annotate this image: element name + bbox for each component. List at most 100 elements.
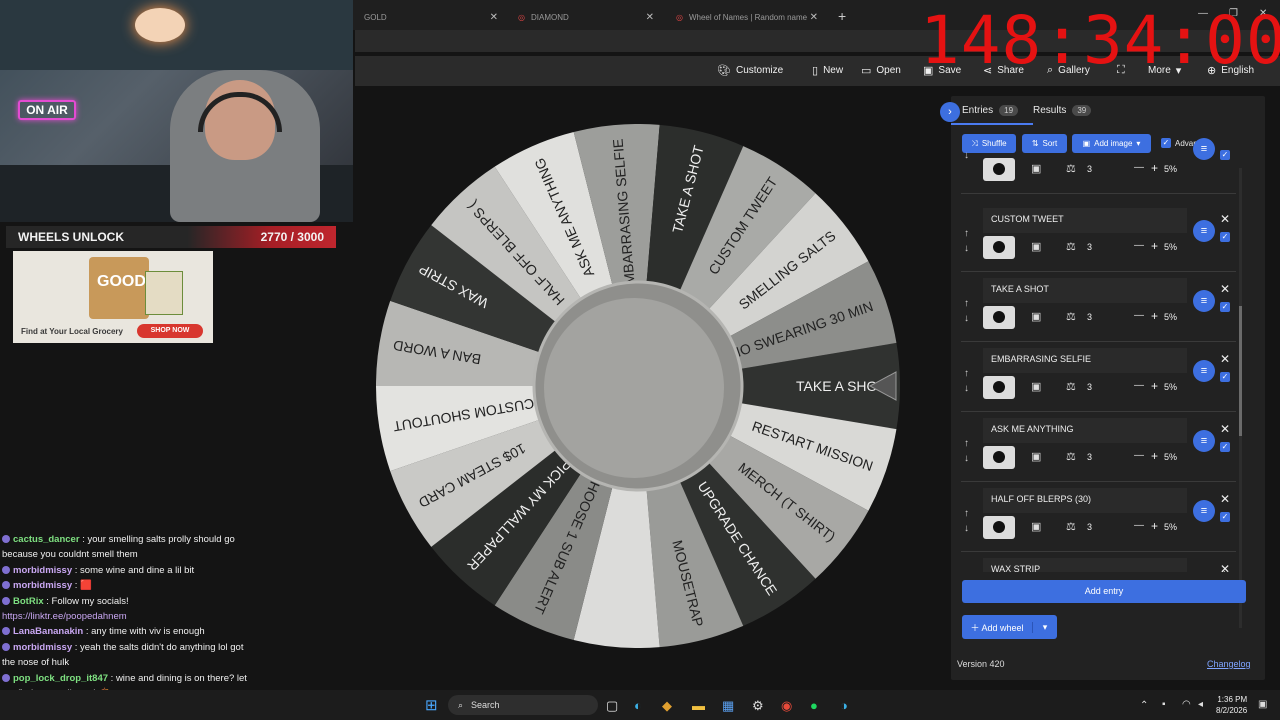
decrease-weight-button[interactable]: — (1134, 450, 1144, 461)
entry-enabled-checkbox[interactable]: ✓ (1220, 442, 1230, 452)
changelog-link[interactable]: Changelog (1207, 659, 1251, 669)
chat-username[interactable]: BotRix (13, 596, 44, 607)
edge-icon[interactable]: ◐ (634, 698, 642, 713)
chat-username[interactable]: morbidmissy (13, 565, 72, 576)
increase-weight-button[interactable]: + (1151, 309, 1158, 323)
add-wheel-main[interactable]: ＋ Add wheel (962, 621, 1032, 634)
image-icon[interactable]: ▣ (1031, 450, 1041, 463)
taskbar-clock[interactable]: 1:36 PM 8/2/2026 (1216, 694, 1247, 716)
close-tab-icon[interactable]: ✕ (490, 12, 498, 23)
close-tab-icon[interactable]: ✕ (810, 12, 818, 23)
decrease-weight-button[interactable]: — (1134, 162, 1144, 173)
copilot-icon[interactable]: ◆ (662, 698, 672, 714)
chat-username[interactable]: pop_lock_drop_it847 (13, 673, 108, 684)
increase-weight-button[interactable]: + (1151, 449, 1158, 463)
close-icon[interactable]: ✕ (1220, 422, 1230, 436)
reorder-arrows-icon[interactable]: ↑ ↓ (964, 436, 969, 466)
chat-username[interactable]: cactus_dancer (13, 534, 80, 545)
entry-color-button[interactable] (983, 516, 1015, 539)
ad-shop-button[interactable]: SHOP NOW (137, 324, 203, 338)
browser-tab-wheel-of-names[interactable]: ◎ Wheel of Names | Random name ✕ (668, 6, 824, 28)
entry-settings-icon[interactable]: ≡ (1193, 220, 1215, 242)
entry-color-button[interactable] (983, 236, 1015, 259)
entry-color-button[interactable] (983, 446, 1015, 469)
entry-settings-icon[interactable]: ≡ (1193, 430, 1215, 452)
entry-enabled-checkbox[interactable]: ✓ (1220, 512, 1230, 522)
tray-chevron-icon[interactable]: ⌃ (1140, 700, 1148, 711)
close-tab-icon[interactable]: ✕ (646, 12, 654, 23)
image-icon[interactable]: ▣ (1031, 310, 1041, 323)
entry-weight[interactable]: 3 (1087, 312, 1092, 322)
new-tab-button[interactable]: + (830, 5, 846, 27)
tab-entries[interactable]: Entries 19 (962, 105, 1019, 116)
increase-weight-button[interactable]: + (1151, 239, 1158, 253)
entry-weight[interactable]: 3 (1087, 522, 1092, 532)
reorder-arrows-icon[interactable]: ↑ ↓ (964, 506, 969, 536)
taskbar-search[interactable]: ⌕ Search (448, 695, 598, 715)
entry-enabled-checkbox[interactable]: ✓ (1220, 150, 1230, 160)
entry-color-button[interactable] (983, 158, 1015, 181)
entry-weight[interactable]: 3 (1087, 164, 1092, 174)
chrome-icon[interactable]: ◉ (781, 698, 792, 714)
add-entry-button[interactable]: Add entry (962, 580, 1246, 603)
tab-results[interactable]: Results 39 (1033, 105, 1092, 116)
increase-weight-button[interactable]: + (1151, 379, 1158, 393)
volume-icon[interactable]: ◂ (1198, 699, 1203, 710)
spotify-icon[interactable]: ● (810, 698, 818, 713)
entry-color-button[interactable] (983, 376, 1015, 399)
close-icon[interactable]: ✕ (1220, 352, 1230, 366)
entry-settings-icon[interactable]: ≡ (1193, 500, 1215, 522)
edge-active-icon[interactable]: ◑ (840, 698, 848, 713)
entry-weight[interactable]: 3 (1087, 242, 1092, 252)
browser-tab-diamond[interactable]: ◎ DIAMOND ✕ (510, 6, 660, 28)
customize-button[interactable]: 🎨︎ Customize (717, 64, 783, 77)
image-icon[interactable]: ▣ (1031, 520, 1041, 533)
store-icon[interactable]: ▦ (722, 698, 734, 714)
entry-color-button[interactable] (983, 306, 1015, 329)
chat-username[interactable]: LanaBananakin (13, 626, 83, 637)
chevron-down-icon[interactable]: ⌄ (1220, 566, 1227, 572)
tray-app-icon[interactable]: ▪ (1162, 699, 1166, 710)
windows-start-icon[interactable]: ⊞ (425, 696, 438, 714)
wheel-of-names[interactable]: TAKE A SHOTRESTART MISSIONMERCH (T SHIRT… (376, 124, 900, 648)
add-wheel-button[interactable]: ＋ Add wheel ▾ (962, 615, 1057, 639)
reorder-arrows-icon[interactable]: ↑ ↓ (964, 226, 969, 256)
close-icon[interactable]: ✕ (1220, 282, 1230, 296)
image-icon[interactable]: ▣ (1031, 240, 1041, 253)
task-view-icon[interactable]: ▢ (606, 698, 618, 714)
image-icon[interactable]: ▣ (1031, 162, 1041, 175)
chat-username[interactable]: morbidmissy (13, 642, 72, 653)
chat-username[interactable]: morbidmissy (13, 580, 72, 591)
advertisement[interactable]: GOOD Find at Your Local Grocery SHOP NOW (13, 251, 213, 343)
entry-enabled-checkbox[interactable]: ✓ (1220, 232, 1230, 242)
notifications-icon[interactable]: ▣ (1258, 699, 1267, 710)
close-icon[interactable]: ✕ (1220, 492, 1230, 506)
browser-tab-gold[interactable]: GOLD ✕ (356, 6, 504, 28)
reorder-arrows-icon[interactable]: ↑ ↓ (964, 366, 969, 396)
decrease-weight-button[interactable]: — (1134, 520, 1144, 531)
entry-weight[interactable]: 3 (1087, 452, 1092, 462)
settings-icon[interactable]: ⚙ (752, 698, 764, 714)
decrease-weight-button[interactable]: — (1134, 310, 1144, 321)
entry-settings-icon[interactable]: ≡ (1193, 138, 1215, 160)
close-icon[interactable]: ✕ (1220, 212, 1230, 226)
wifi-icon[interactable]: ◠ (1182, 699, 1191, 710)
entry-settings-icon[interactable]: ≡ (1193, 360, 1215, 382)
reorder-arrows-icon[interactable]: ↑ ↓ (964, 296, 969, 326)
entry-settings-icon[interactable]: ≡ (1193, 290, 1215, 312)
decrease-weight-button[interactable]: — (1134, 240, 1144, 251)
reorder-arrows-icon[interactable]: ↓ (964, 148, 969, 163)
entry-enabled-checkbox[interactable]: ✓ (1220, 302, 1230, 312)
entry-enabled-checkbox[interactable]: ✓ (1220, 372, 1230, 382)
chevron-down-icon[interactable]: ▾ (1032, 621, 1057, 633)
image-icon[interactable]: ▣ (1031, 380, 1041, 393)
entries-scrollbar-thumb[interactable] (1239, 306, 1242, 436)
collapse-panel-icon[interactable]: › (940, 102, 960, 122)
increase-weight-button[interactable]: + (1151, 519, 1158, 533)
increase-weight-button[interactable]: + (1151, 161, 1158, 175)
new-button[interactable]: ▯ New (812, 64, 843, 77)
decrease-weight-button[interactable]: — (1134, 380, 1144, 391)
entry-weight[interactable]: 3 (1087, 382, 1092, 392)
file-explorer-icon[interactable]: ▬ (692, 698, 705, 713)
open-button[interactable]: ▭ Open (861, 64, 901, 77)
